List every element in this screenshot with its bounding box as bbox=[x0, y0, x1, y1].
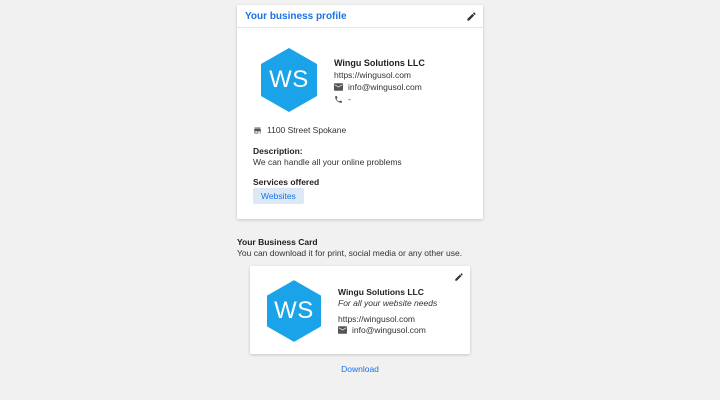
profile-address: 1100 Street Spokane bbox=[267, 125, 347, 135]
profile-email: info@wingusol.com bbox=[348, 82, 422, 92]
profile-title: Your business profile bbox=[245, 10, 347, 22]
profile-business-name: Wingu Solutions LLC bbox=[334, 58, 425, 68]
business-card-title: Your Business Card bbox=[237, 237, 318, 247]
edit-profile-icon[interactable] bbox=[466, 11, 477, 22]
business-card-subtitle: You can download it for print, social me… bbox=[237, 248, 463, 258]
service-chip: Websites bbox=[253, 188, 304, 204]
card-email: info@wingusol.com bbox=[352, 325, 426, 335]
profile-logo-initials: WS bbox=[269, 66, 309, 93]
profile-email-row: info@wingusol.com bbox=[334, 82, 422, 92]
services-label: Services offered bbox=[253, 177, 320, 187]
card-email-row: info@wingusol.com bbox=[338, 325, 426, 335]
card-logo: WS bbox=[267, 280, 321, 342]
business-profile-card: Your business profile WS Wingu Solutions… bbox=[237, 5, 483, 219]
email-icon bbox=[334, 83, 343, 91]
card-website: https://wingusol.com bbox=[338, 314, 416, 324]
profile-address-row: 1100 Street Spokane bbox=[253, 125, 346, 135]
profile-logo: WS bbox=[261, 48, 317, 112]
card-business-name: Wingu Solutions LLC bbox=[338, 287, 424, 297]
business-card: WS Wingu Solutions LLC For all your webs… bbox=[250, 266, 470, 354]
phone-icon bbox=[335, 95, 342, 103]
profile-website: https://wingusol.com bbox=[334, 70, 412, 80]
description-label: Description: bbox=[253, 146, 303, 156]
card-logo-initials: WS bbox=[274, 297, 314, 324]
profile-phone: - bbox=[348, 94, 351, 104]
description-text: We can handle all your online problems bbox=[253, 157, 402, 167]
profile-header: Your business profile bbox=[237, 5, 483, 28]
profile-phone-row: - bbox=[334, 94, 351, 104]
card-tagline: For all your website needs bbox=[338, 298, 438, 308]
download-link[interactable]: Download bbox=[0, 364, 720, 374]
store-icon bbox=[254, 127, 261, 133]
edit-card-icon[interactable] bbox=[454, 272, 465, 283]
email-icon bbox=[338, 326, 347, 334]
